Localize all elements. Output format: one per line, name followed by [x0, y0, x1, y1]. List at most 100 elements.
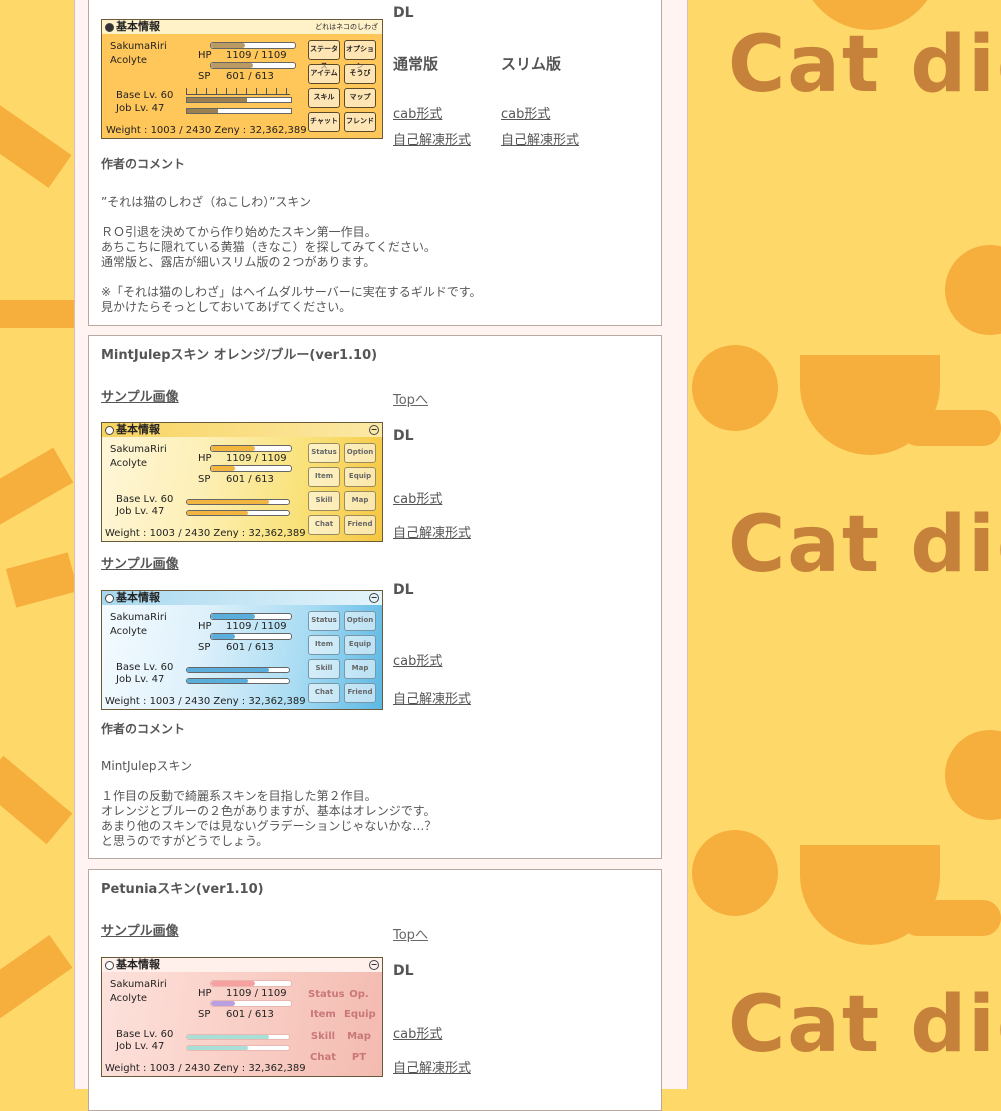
- weight-zeny: Weight : 1003 / 2430 Zeny : 32,362,389: [106, 125, 307, 136]
- sp-value: 601 / 613: [226, 474, 274, 485]
- option-button[interactable]: Option: [344, 611, 376, 631]
- chat-button[interactable]: チャット: [308, 112, 340, 132]
- bg-cat-did-text: Cat did: [728, 20, 1001, 110]
- char-job: Acolyte: [110, 458, 148, 469]
- hp-bar: [210, 613, 292, 620]
- equip-button[interactable]: Equip: [344, 467, 376, 487]
- friend-button[interactable]: Friend: [344, 515, 376, 535]
- weight-zeny: Weight : 1003 / 2430 Zeny : 32,362,389: [105, 528, 306, 539]
- base-level: Base Lv. 60: [116, 662, 174, 673]
- hp-value: 1109 / 1109: [226, 453, 287, 464]
- normal-cab-link[interactable]: cab形式: [393, 103, 442, 122]
- skill-button[interactable]: Skill: [308, 659, 340, 679]
- content-column: 基本情報 どれはネコのしわざ SakumaRiri Acolyte HP 110…: [74, 0, 688, 1111]
- minimize-icon[interactable]: −: [369, 425, 379, 435]
- status-button[interactable]: Status: [308, 611, 340, 631]
- hp-label: HP: [198, 988, 212, 999]
- sp-bar: [210, 62, 296, 69]
- blue-cab-link[interactable]: cab形式: [393, 650, 442, 669]
- map-button[interactable]: Map: [344, 1028, 374, 1046]
- bg-stripe: [0, 934, 73, 1026]
- level-scale: [186, 88, 290, 95]
- sp-value: 601 / 613: [226, 71, 274, 82]
- bg-stripe: [0, 447, 74, 533]
- hp-label: HP: [198, 50, 212, 61]
- job-level: Job Lv. 47: [116, 103, 165, 114]
- comment-line: ”それは猫のしわざ（ねこしわ）”スキン: [101, 195, 312, 209]
- friend-button[interactable]: Friend: [344, 683, 376, 703]
- minimize-icon[interactable]: −: [369, 960, 379, 970]
- window-brand: どれはネコのしわざ: [315, 23, 378, 31]
- map-button[interactable]: Map: [344, 659, 376, 679]
- map-button[interactable]: Map: [344, 491, 376, 511]
- bg-stripe: [900, 900, 1001, 936]
- skin-title: MintJulepスキン オレンジ/ブルー(ver1.10): [101, 348, 378, 363]
- paw-icon: [105, 23, 114, 32]
- orange-cab-link[interactable]: cab形式: [393, 488, 442, 507]
- orange-exe-link[interactable]: 自己解凍形式: [393, 522, 471, 541]
- comment-line: MintJulepスキン: [101, 759, 193, 773]
- normal-exe-link[interactable]: 自己解凍形式: [393, 129, 471, 148]
- hp-label: HP: [198, 621, 212, 632]
- sp-bar: [210, 633, 292, 640]
- sample-image-mintjulep-orange: 基本情報 − SakumaRiri Acolyte HP 1109 / 1109…: [101, 422, 383, 542]
- chat-button[interactable]: Chat: [308, 515, 340, 535]
- minimize-icon[interactable]: −: [369, 593, 379, 603]
- base-level: Base Lv. 60: [116, 1029, 174, 1040]
- slim-exe-link[interactable]: 自己解凍形式: [501, 129, 579, 148]
- skill-button[interactable]: Skill: [308, 1028, 338, 1046]
- item-button[interactable]: Item: [308, 1006, 338, 1024]
- equip-button[interactable]: Equip: [344, 1006, 376, 1024]
- status-button[interactable]: Status: [308, 443, 340, 463]
- top-link[interactable]: Topへ: [393, 389, 428, 408]
- hp-value: 1109 / 1109: [226, 621, 287, 632]
- skin-section-nekoshiwa: 基本情報 どれはネコのしわざ SakumaRiri Acolyte HP 110…: [88, 0, 662, 326]
- window-title: 基本情報: [116, 958, 160, 971]
- char-job: Acolyte: [110, 626, 148, 637]
- map-button[interactable]: マップ: [344, 88, 376, 108]
- skill-button[interactable]: Skill: [308, 491, 340, 511]
- option-button[interactable]: オプション: [344, 40, 376, 70]
- chat-button[interactable]: Chat: [308, 1049, 338, 1067]
- petunia-exe-link[interactable]: 自己解凍形式: [393, 1057, 471, 1076]
- item-button[interactable]: Item: [308, 635, 340, 655]
- sample-image-label: サンプル画像: [101, 390, 179, 405]
- friend-button[interactable]: フレンド: [344, 112, 376, 132]
- comment-heading: 作者のコメント: [101, 722, 186, 736]
- status-button[interactable]: Status: [308, 986, 345, 1004]
- equip-button[interactable]: そうび: [344, 64, 376, 84]
- sp-bar: [210, 465, 292, 472]
- item-button[interactable]: Item: [308, 467, 340, 487]
- status-button[interactable]: ステータス: [308, 40, 340, 70]
- weight-zeny: Weight : 1003 / 2430 Zeny : 32,362,389: [105, 696, 306, 707]
- option-button[interactable]: Op.: [344, 986, 374, 1004]
- version-slim: スリム版: [501, 55, 562, 73]
- skill-button[interactable]: スキル: [308, 88, 340, 108]
- equip-button[interactable]: Equip: [344, 635, 376, 655]
- option-button[interactable]: Option: [344, 443, 376, 463]
- comment-line: 見かけたらそっとしておいてあげてください。: [101, 300, 352, 314]
- window-title-bar: 基本情報 −: [102, 423, 382, 437]
- window-title: 基本情報: [116, 423, 160, 436]
- job-exp-bar: [186, 678, 290, 684]
- window-title-bar: 基本情報 どれはネコのしわざ: [102, 20, 382, 34]
- item-button[interactable]: アイテム: [308, 64, 340, 84]
- version-normal: 通常版: [393, 55, 439, 73]
- window-dot-icon: [105, 426, 114, 435]
- window-title: 基本情報: [116, 20, 160, 33]
- chat-button[interactable]: Chat: [308, 683, 340, 703]
- comment-heading: 作者のコメント: [101, 157, 186, 171]
- window-title: 基本情報: [116, 591, 160, 604]
- hp-value: 1109 / 1109: [226, 988, 287, 999]
- top-link[interactable]: Topへ: [393, 924, 428, 943]
- petunia-cab-link[interactable]: cab形式: [393, 1023, 442, 1042]
- sample-image-petunia: 基本情報 − SakumaRiri Acolyte HP 1109 / 1109…: [101, 957, 383, 1077]
- bg-circle: [945, 245, 1001, 335]
- party-button[interactable]: PT: [344, 1049, 374, 1067]
- hp-bar: [210, 42, 296, 49]
- blue-exe-link[interactable]: 自己解凍形式: [393, 688, 471, 707]
- bg-stripe: [0, 755, 73, 845]
- slim-cab-link[interactable]: cab形式: [501, 103, 550, 122]
- sample-image-label: サンプル画像: [101, 924, 179, 939]
- bg-cat-did-text: Cat did: [728, 980, 1001, 1070]
